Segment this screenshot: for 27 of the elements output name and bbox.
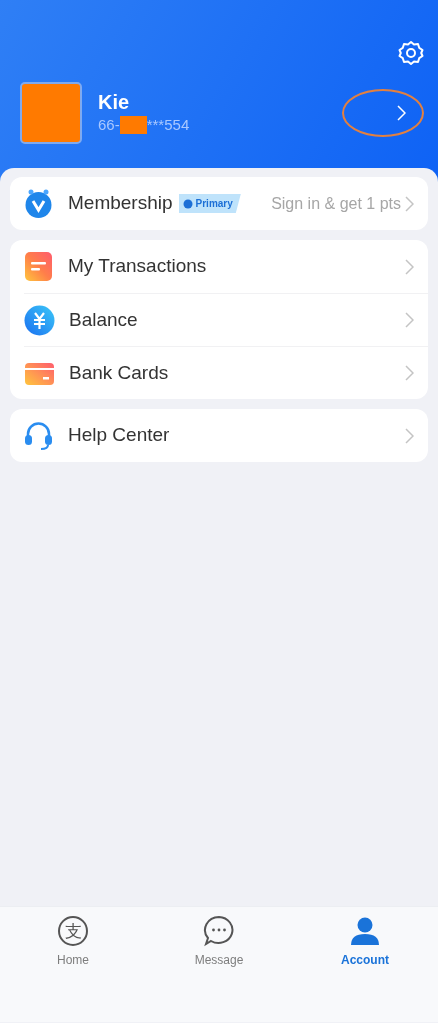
phone-number: ***554 (146, 114, 190, 135)
chevron-icon (405, 427, 414, 444)
chevron-icon (405, 365, 414, 381)
chevron-icon (405, 258, 414, 275)
menu-item[interactable]: Help Center (10, 409, 428, 462)
chevron-icon (405, 195, 414, 212)
chevron-icon (405, 312, 414, 328)
menu-item[interactable]: Balance (24, 293, 428, 346)
person-icon (349, 915, 381, 947)
row-label: Membership (68, 191, 173, 216)
phone-number: 66- (98, 114, 120, 135)
tab[interactable]: Account (292, 907, 438, 1022)
settings-icon[interactable] (398, 40, 424, 66)
document-icon (23, 251, 54, 282)
chat-bubble-icon (203, 915, 235, 947)
home-icon: 支 (57, 915, 89, 947)
coin-icon (24, 304, 55, 336)
tab[interactable]: 支 Home (0, 907, 146, 1022)
headset-icon (23, 420, 54, 451)
membership-row[interactable]: Membership Primary Sign in & get 1 pts (10, 177, 428, 230)
chevron-icon[interactable] (397, 105, 406, 121)
menu-item[interactable]: My Transactions (10, 240, 428, 293)
membership-badge: Primary (178, 194, 241, 213)
redaction-block (119, 116, 147, 134)
user-name: Kie (98, 89, 131, 114)
menu-item[interactable]: Bank Cards (24, 346, 428, 399)
tab[interactable]: Message (146, 907, 292, 1022)
